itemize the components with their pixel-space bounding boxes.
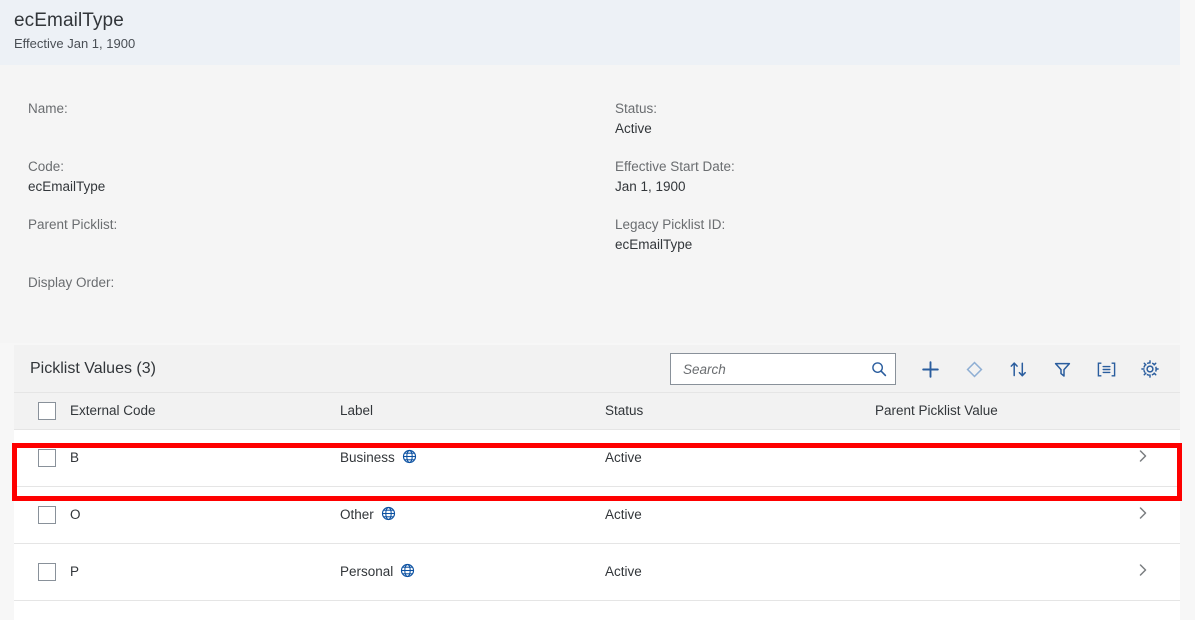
- toolbar-actions: [670, 345, 1172, 393]
- row-checkbox[interactable]: [38, 563, 56, 581]
- table-row[interactable]: O Other: [14, 486, 1180, 543]
- sort-icon[interactable]: [996, 349, 1040, 389]
- search-icon[interactable]: [869, 359, 889, 379]
- page-subtitle: Effective Jan 1, 1900: [14, 35, 1180, 53]
- detail-form: Name: Code: ecEmailType Parent Picklist:…: [0, 65, 1180, 343]
- cell-external-code: B: [70, 429, 340, 486]
- field-display-order: Display Order:: [28, 273, 588, 313]
- field-legacy-picklist-id: Legacy Picklist ID: ecEmailType: [615, 215, 1135, 255]
- field-value: ecEmailType: [615, 235, 1135, 255]
- chevron-right-icon[interactable]: [1137, 563, 1180, 580]
- picklist-values-table: External Code Label Status Parent Pickli…: [14, 393, 1180, 601]
- field-label: Effective Start Date:: [615, 157, 1135, 177]
- settings-gear-icon[interactable]: [1128, 349, 1172, 389]
- picklist-detail-page: ecEmailType Effective Jan 1, 1900 Name: …: [0, 0, 1195, 620]
- picklist-values-table-card: Picklist Values (3): [14, 345, 1180, 620]
- cell-label: Other: [340, 486, 605, 543]
- column-header-nav: [1135, 393, 1180, 429]
- field-value: [28, 293, 588, 313]
- field-label: Name:: [28, 99, 588, 119]
- cell-label: Personal: [340, 543, 605, 600]
- field-value: [28, 235, 588, 255]
- translation-globe-icon[interactable]: [402, 449, 417, 467]
- cell-status: Active: [605, 543, 875, 600]
- table-title: Picklist Values (3): [30, 360, 156, 378]
- field-code: Code: ecEmailType: [28, 157, 588, 197]
- cell-parent-picklist-value: [875, 543, 1135, 600]
- column-header-status[interactable]: Status: [605, 393, 875, 429]
- row-select-cell: [14, 429, 70, 486]
- field-label: Legacy Picklist ID:: [615, 215, 1135, 235]
- column-header-label[interactable]: Label: [340, 393, 605, 429]
- cell-parent-picklist-value: [875, 486, 1135, 543]
- field-status: Status: Active: [615, 99, 1135, 139]
- field-name: Name:: [28, 99, 588, 139]
- cell-external-code: P: [70, 543, 340, 600]
- table-header-row: External Code Label Status Parent Pickli…: [14, 393, 1180, 429]
- column-header-external-code[interactable]: External Code: [70, 393, 340, 429]
- page-title: ecEmailType: [14, 9, 1180, 33]
- field-value: ecEmailType: [28, 177, 588, 197]
- field-value: Jan 1, 1900: [615, 177, 1135, 197]
- table-row[interactable]: P Personal: [14, 543, 1180, 600]
- cell-status: Active: [605, 486, 875, 543]
- detail-column-right: Status: Active Effective Start Date: Jan…: [615, 99, 1135, 273]
- cell-label-text: Other: [340, 507, 374, 522]
- cell-parent-picklist-value: [875, 429, 1135, 486]
- cell-status: Active: [605, 429, 875, 486]
- row-checkbox[interactable]: [38, 506, 56, 524]
- detail-column-left: Name: Code: ecEmailType Parent Picklist:…: [28, 99, 588, 331]
- chevron-right-icon[interactable]: [1137, 449, 1180, 466]
- object-header: ecEmailType Effective Jan 1, 1900: [0, 0, 1180, 65]
- cell-label: Business: [340, 429, 605, 486]
- row-checkbox[interactable]: [38, 449, 56, 467]
- page-right-gutter: [1180, 0, 1195, 620]
- field-label: Code:: [28, 157, 588, 177]
- group-icon[interactable]: [1084, 349, 1128, 389]
- field-value: [28, 119, 588, 139]
- chevron-right-icon[interactable]: [1137, 506, 1180, 523]
- field-value: Active: [615, 119, 1135, 139]
- table-toolbar: Picklist Values (3): [14, 345, 1180, 393]
- field-label: Status:: [615, 99, 1135, 119]
- field-parent-picklist: Parent Picklist:: [28, 215, 588, 255]
- translation-globe-icon[interactable]: [400, 563, 415, 581]
- table-row[interactable]: B Business: [14, 429, 1180, 486]
- search-field[interactable]: [670, 353, 896, 385]
- row-navigate-cell[interactable]: [1135, 486, 1180, 543]
- field-label: Parent Picklist:: [28, 215, 588, 235]
- row-navigate-cell[interactable]: [1135, 429, 1180, 486]
- row-navigate-cell[interactable]: [1135, 543, 1180, 600]
- field-effective-start-date: Effective Start Date: Jan 1, 1900: [615, 157, 1135, 197]
- column-header-parent-picklist-value[interactable]: Parent Picklist Value: [875, 393, 1135, 429]
- cell-external-code: O: [70, 486, 340, 543]
- select-all-header: [14, 393, 70, 429]
- row-select-cell: [14, 486, 70, 543]
- cell-label-text: Personal: [340, 564, 393, 579]
- select-all-checkbox[interactable]: [38, 402, 56, 420]
- add-icon[interactable]: [908, 349, 952, 389]
- diamond-icon[interactable]: [952, 349, 996, 389]
- field-label: Display Order:: [28, 273, 588, 293]
- search-input[interactable]: [681, 361, 869, 378]
- row-select-cell: [14, 543, 70, 600]
- filter-icon[interactable]: [1040, 349, 1084, 389]
- translation-globe-icon[interactable]: [381, 506, 396, 524]
- cell-label-text: Business: [340, 450, 395, 465]
